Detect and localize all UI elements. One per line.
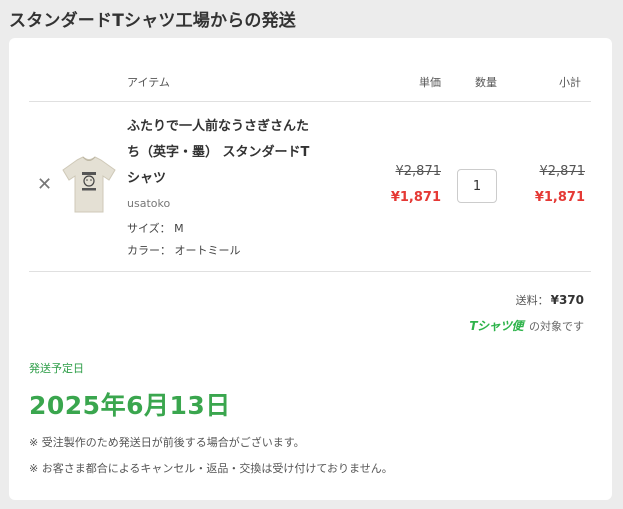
- close-icon[interactable]: ✕: [37, 174, 52, 195]
- subtotal-original: ¥2,871: [539, 164, 586, 179]
- tbin-notice: Tシャツ便 の対象です: [469, 317, 584, 334]
- size-label: サイズ：: [127, 222, 171, 235]
- tshirt-icon[interactable]: [59, 154, 119, 216]
- policy-note: ※ お客さま都合によるキャンセル・返品・交換は受け付けておりません。: [29, 462, 393, 475]
- size-option: サイズ： M: [127, 220, 184, 236]
- page-title: スタンダードTシャツ工場からの発送: [9, 11, 296, 31]
- delivery-note: ※ 受注製作のため発送日が前後する場合がございます。: [29, 436, 305, 449]
- delivery-label: 発送予定日: [29, 362, 84, 375]
- shipping-value: ¥370: [550, 293, 584, 307]
- header-quantity: 数量: [475, 76, 497, 89]
- shipping-label: 送料：: [515, 294, 549, 307]
- color-option: カラー： オートミール: [127, 242, 241, 258]
- product-name[interactable]: ふたりで一人前なうさぎさんたち（英字・墨） スタンダードTシャツ: [127, 114, 317, 192]
- size-value: M: [174, 222, 184, 235]
- unit-price-original: ¥2,871: [395, 164, 442, 179]
- header-item: アイテム: [127, 76, 170, 89]
- creator-name[interactable]: usatoko: [127, 197, 170, 210]
- shipping-fee: 送料： ¥370: [516, 292, 584, 308]
- color-value: オートミール: [174, 244, 241, 257]
- delivery-date: 2025年6月13日: [29, 391, 231, 420]
- tbin-logo: Tシャツ便: [469, 319, 523, 333]
- subtotal-sale: ¥1,871: [534, 190, 585, 205]
- unit-price-sale: ¥1,871: [390, 190, 441, 205]
- table-header: アイテム 単価 数量 小計: [29, 72, 591, 102]
- cart-card: アイテム 単価 数量 小計 ✕ ふたりで一人前なうさぎさんたち（英字・墨） スタ…: [9, 38, 612, 500]
- header-unit-price: 単価: [419, 76, 441, 89]
- header-subtotal: 小計: [559, 76, 581, 89]
- tbin-text: の対象です: [529, 319, 584, 333]
- color-label: カラー：: [127, 244, 171, 257]
- table-row: ✕ ふたりで一人前なうさぎさんたち（英字・墨） スタンダードTシャツ usato…: [29, 102, 591, 272]
- quantity-input[interactable]: [457, 169, 497, 203]
